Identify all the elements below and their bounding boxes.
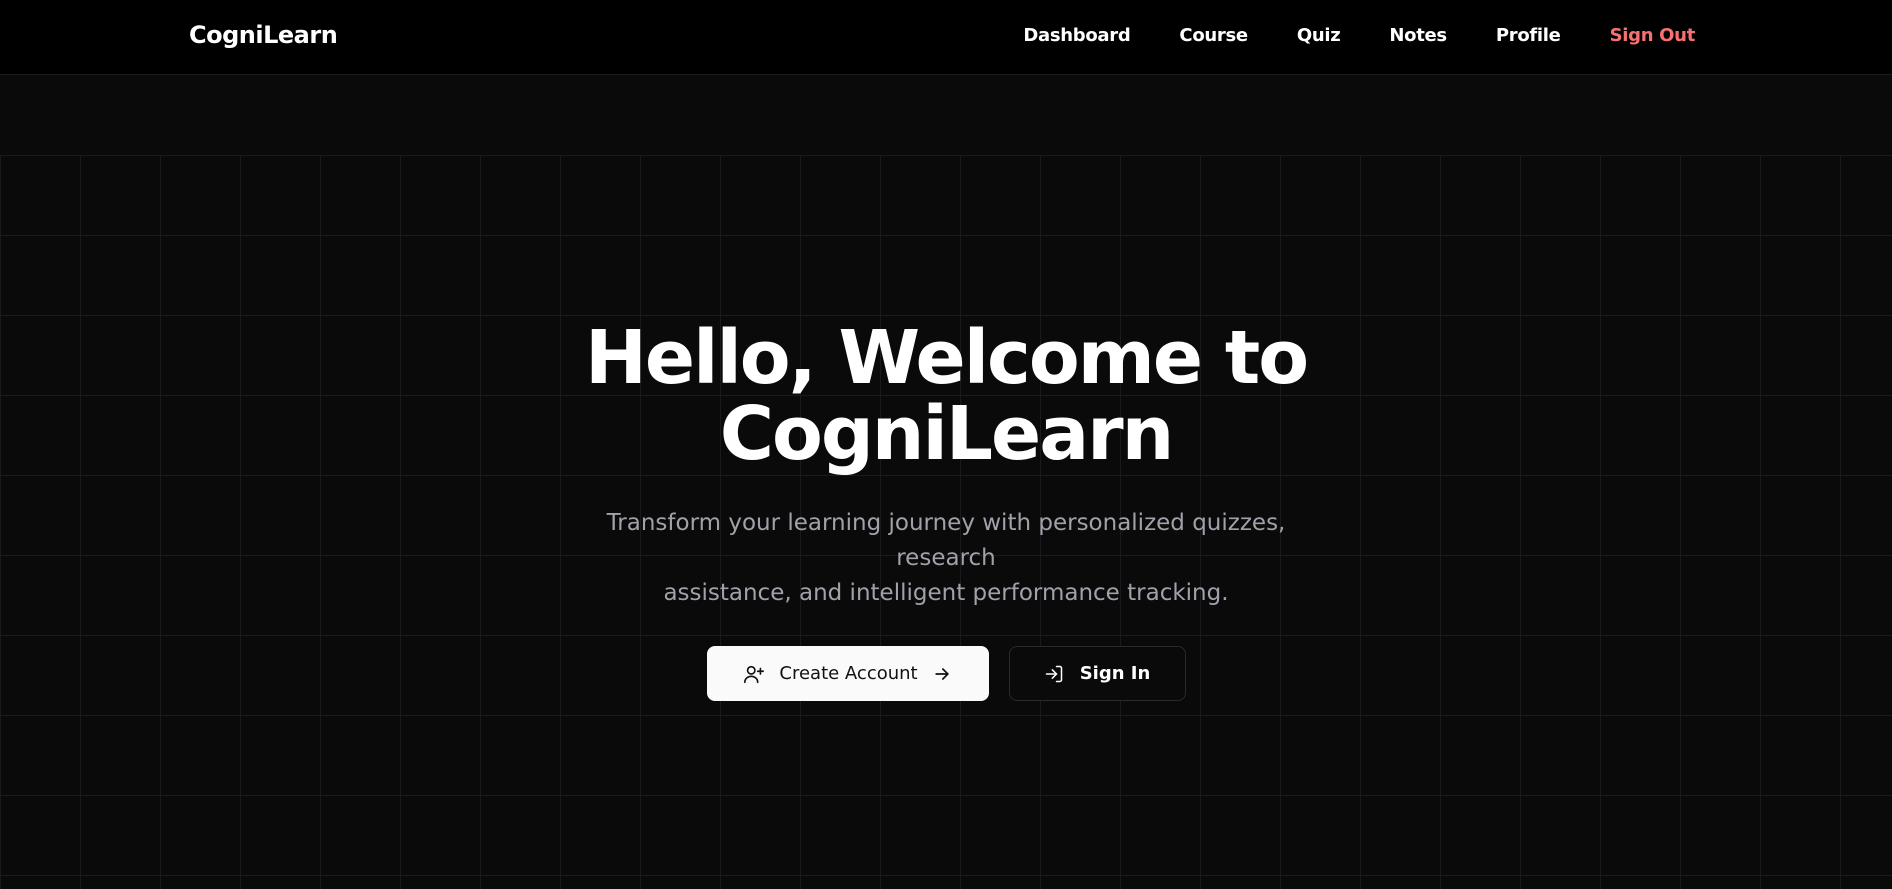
- headline-line-2: CogniLearn: [719, 391, 1175, 477]
- brand-logo[interactable]: CogniLearn: [189, 21, 338, 49]
- user-plus-icon: [743, 663, 765, 685]
- sign-in-button[interactable]: Sign In: [1008, 646, 1186, 701]
- nav-profile[interactable]: Profile: [1496, 25, 1561, 46]
- headline-line-1: Hello, Welcome to: [584, 315, 1309, 401]
- nav-quiz[interactable]: Quiz: [1297, 25, 1341, 46]
- hero-headline: Hello, Welcome to CogniLearn: [0, 320, 1892, 472]
- nav-dashboard[interactable]: Dashboard: [1023, 25, 1130, 46]
- nav-course[interactable]: Course: [1179, 25, 1248, 46]
- create-account-button[interactable]: Create Account: [706, 646, 989, 701]
- subtitle-line-2: assistance, and intelligent performance …: [663, 580, 1229, 606]
- create-account-label: Create Account: [779, 663, 918, 684]
- nav-sign-out[interactable]: Sign Out: [1610, 25, 1696, 46]
- log-in-icon: [1044, 664, 1064, 684]
- hero-content: Hello, Welcome to CogniLearn Transform y…: [0, 320, 1892, 701]
- subtitle-line-1: Transform your learning journey with per…: [606, 510, 1286, 571]
- nav-notes[interactable]: Notes: [1389, 25, 1447, 46]
- main-nav: Dashboard Course Quiz Notes Profile Sign…: [974, 25, 1695, 46]
- hero-actions: Create Account Sign In: [0, 646, 1892, 701]
- top-navbar: CogniLearn Dashboard Course Quiz Notes P…: [0, 0, 1892, 75]
- arrow-right-icon: [932, 664, 952, 684]
- hero-subtitle: Transform your learning journey with per…: [556, 506, 1336, 611]
- sign-in-label: Sign In: [1079, 663, 1151, 684]
